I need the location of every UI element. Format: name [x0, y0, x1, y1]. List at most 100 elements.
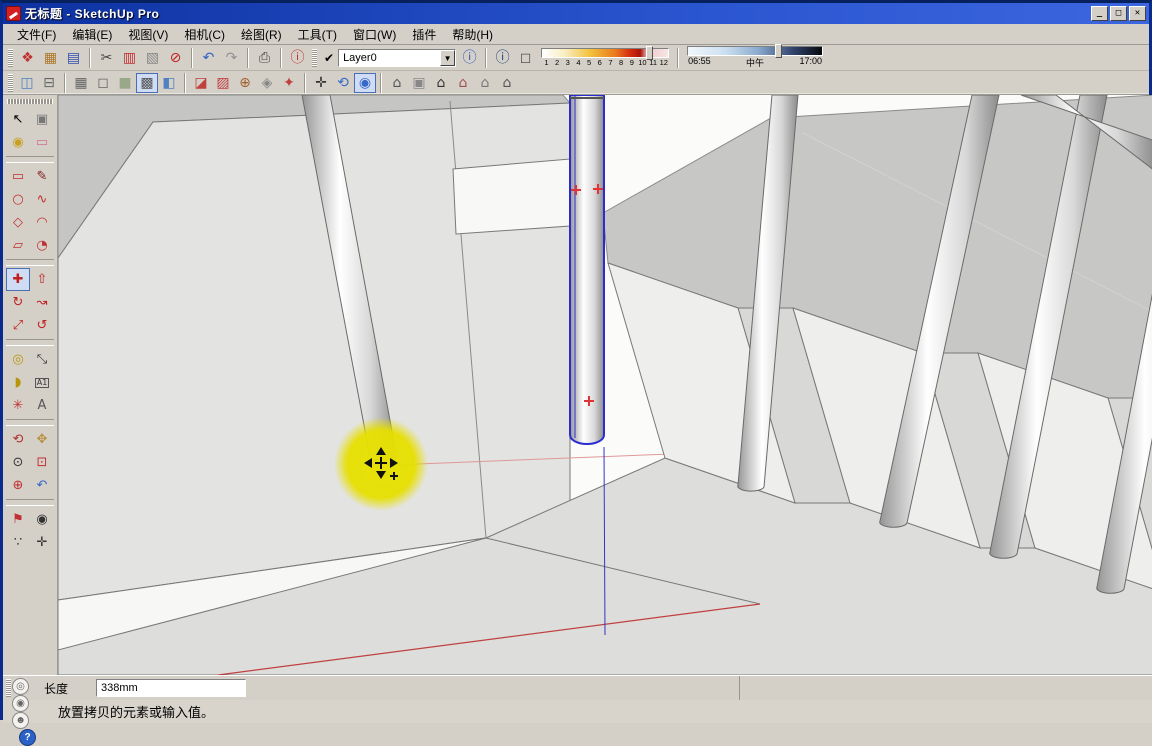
- previous-view-tool[interactable]: ↶: [30, 474, 54, 497]
- position-camera-button[interactable]: ✛: [310, 73, 332, 93]
- make-component-tool[interactable]: ▣: [30, 108, 54, 131]
- shadow-toggle-button[interactable]: ◻: [514, 47, 537, 69]
- shadow-month-slider[interactable]: 123456789101112: [541, 48, 669, 67]
- offset-tool[interactable]: ↺: [30, 314, 54, 337]
- layer-combo[interactable]: Layer0 ▼: [338, 49, 456, 67]
- shaded-textures-button[interactable]: ▩: [136, 73, 158, 93]
- model-canvas[interactable]: [58, 95, 1152, 675]
- orbit-tool[interactable]: ⟲: [6, 428, 30, 451]
- credit-button[interactable]: ◉: [12, 695, 29, 712]
- layer-dropdown-arrow-icon[interactable]: ▼: [440, 50, 455, 66]
- menu-item[interactable]: 视图(V): [120, 24, 176, 45]
- toggle-terrain-button[interactable]: ◈: [256, 73, 278, 93]
- right-view-button[interactable]: ⌂: [452, 73, 474, 93]
- section-display-button[interactable]: ▨: [212, 73, 234, 93]
- redo-button[interactable]: ↷: [220, 47, 243, 69]
- zoom-extents-tool[interactable]: ⊕: [6, 474, 30, 497]
- axes-tool[interactable]: ✳: [6, 394, 30, 417]
- navigation-compass-tool[interactable]: ✛: [30, 531, 54, 554]
- account-button[interactable]: ☻: [12, 712, 29, 729]
- dimension-tool[interactable]: ⤡: [30, 348, 54, 371]
- polygon-tool[interactable]: ◇: [6, 211, 30, 234]
- new-button[interactable]: ❖: [16, 47, 39, 69]
- follow-me-tool[interactable]: ↝: [30, 291, 54, 314]
- move-tool[interactable]: ✚: [6, 268, 30, 291]
- menu-item[interactable]: 窗口(W): [345, 24, 404, 45]
- menu-item[interactable]: 帮助(H): [444, 24, 501, 45]
- toolbar-grip[interactable]: [312, 49, 317, 67]
- menu-item[interactable]: 绘图(R): [233, 24, 290, 45]
- time-slider-track[interactable]: [687, 46, 823, 56]
- back-edges-button[interactable]: ⊟: [38, 73, 60, 93]
- minimize-button[interactable]: _: [1091, 6, 1108, 21]
- circle-tool[interactable]: ○: [6, 188, 30, 211]
- zoom-tool[interactable]: ⊙: [6, 451, 30, 474]
- geolocation-button[interactable]: ◎: [12, 678, 29, 695]
- model-info-button[interactable]: ⓘ: [286, 47, 309, 69]
- front-view-button[interactable]: ⌂: [430, 73, 452, 93]
- shadow-time-slider[interactable]: 06:55 中午 17:00: [687, 46, 823, 69]
- maximize-button[interactable]: □: [1110, 6, 1127, 21]
- pan-tool[interactable]: ✥: [30, 428, 54, 451]
- zoom-window-tool[interactable]: ⊡: [30, 451, 54, 474]
- shadow-settings-button[interactable]: ⓘ: [491, 47, 514, 69]
- add-location-button[interactable]: ⊕: [234, 73, 256, 93]
- text-tool[interactable]: A1: [30, 371, 54, 394]
- xray-mode-button[interactable]: ◫: [16, 73, 38, 93]
- push-pull-tool[interactable]: ⇧: [30, 268, 54, 291]
- walk-tool[interactable]: ∵: [6, 531, 30, 554]
- paint-bucket-tool[interactable]: ◉: [6, 131, 30, 154]
- menu-item[interactable]: 插件: [404, 24, 444, 45]
- wireframe-button[interactable]: ▦: [70, 73, 92, 93]
- scale-tool[interactable]: ⤢: [6, 314, 30, 337]
- monochrome-button[interactable]: ◧: [158, 73, 180, 93]
- rotate-tool[interactable]: ↻: [6, 291, 30, 314]
- print-button[interactable]: ⎙: [253, 47, 276, 69]
- rectangle-tool[interactable]: ▭: [6, 165, 30, 188]
- close-button[interactable]: ✕: [1129, 6, 1146, 21]
- left-view-button[interactable]: ⌂: [496, 73, 518, 93]
- arc-tool[interactable]: ◠: [30, 211, 54, 234]
- top-view-button[interactable]: ▣: [408, 73, 430, 93]
- month-tick-label: 6: [594, 58, 605, 67]
- help-button[interactable]: ?: [19, 729, 36, 746]
- menu-item[interactable]: 工具(T): [290, 24, 345, 45]
- eraser-tool[interactable]: ▭: [30, 131, 54, 154]
- shaded-button[interactable]: ■: [114, 73, 136, 93]
- tape-measure-tool[interactable]: ◎: [6, 348, 30, 371]
- line-tool[interactable]: ✎: [30, 165, 54, 188]
- save-button[interactable]: ▤: [62, 47, 85, 69]
- photo-textures-button[interactable]: ✦: [278, 73, 300, 93]
- select-tool[interactable]: ↖: [6, 108, 30, 131]
- palette-grip[interactable]: [7, 99, 53, 104]
- iso-view-button[interactable]: ⌂: [386, 73, 408, 93]
- protractor-tool[interactable]: ◗: [6, 371, 30, 394]
- menu-item[interactable]: 相机(C): [176, 24, 233, 45]
- month-slider-track[interactable]: [541, 48, 669, 58]
- layer-manager-button[interactable]: ⓘ: [458, 47, 481, 69]
- cut-button[interactable]: ✂: [95, 47, 118, 69]
- orbit-mode-button[interactable]: ⟲: [332, 73, 354, 93]
- toolbar-grip[interactable]: [8, 74, 13, 92]
- look-around-tool[interactable]: ◉: [30, 508, 54, 531]
- copy-button[interactable]: ▥: [118, 47, 141, 69]
- paste-button[interactable]: ▧: [141, 47, 164, 69]
- measurement-input[interactable]: [96, 679, 246, 697]
- undo-button[interactable]: ↶: [197, 47, 220, 69]
- freehand-tool[interactable]: ∿: [30, 188, 54, 211]
- look-around-button[interactable]: ◉: [354, 73, 376, 93]
- month-slider-thumb[interactable]: [646, 46, 653, 60]
- back-view-button[interactable]: ⌂: [474, 73, 496, 93]
- menu-item[interactable]: 文件(F): [9, 24, 64, 45]
- menu-item[interactable]: 编辑(E): [64, 24, 120, 45]
- rotated-rectangle-tool[interactable]: ▱: [6, 234, 30, 257]
- pie-tool[interactable]: ◔: [30, 234, 54, 257]
- toolbar-grip[interactable]: [8, 49, 13, 67]
- erase-button[interactable]: ⊘: [164, 47, 187, 69]
- position-camera-tool[interactable]: ⚑: [6, 508, 30, 531]
- 3d-text-tool[interactable]: A: [30, 394, 54, 417]
- hidden-line-button[interactable]: ◻: [92, 73, 114, 93]
- open-button[interactable]: ▦: [39, 47, 62, 69]
- time-slider-thumb[interactable]: [775, 44, 782, 58]
- section-plane-button[interactable]: ◪: [190, 73, 212, 93]
